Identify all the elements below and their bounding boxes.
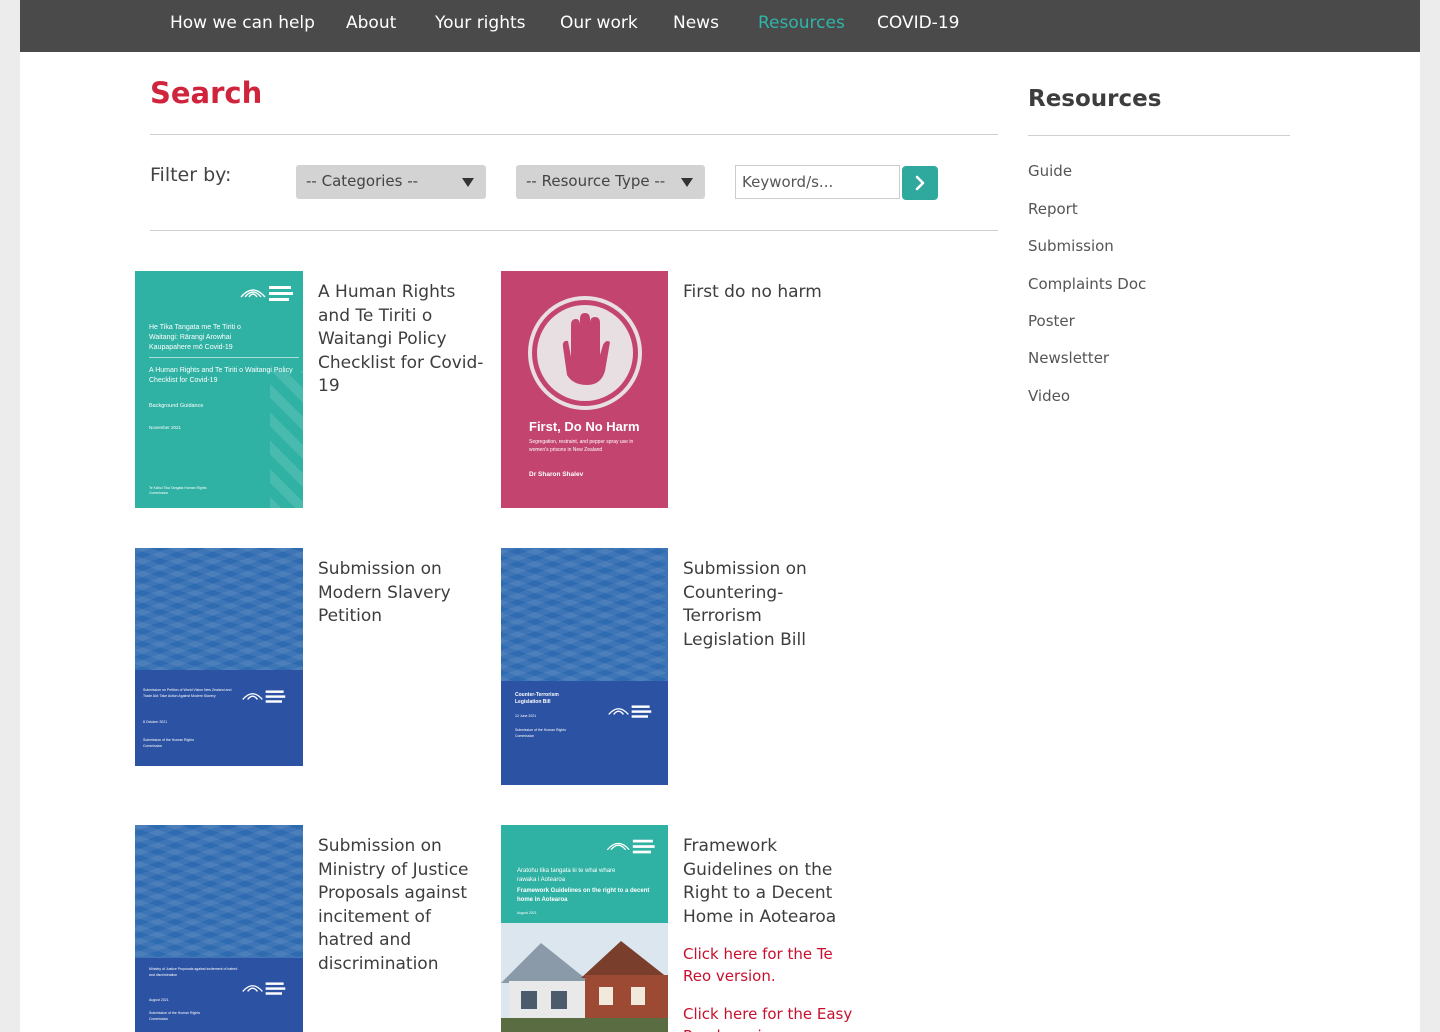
cover-band bbox=[135, 670, 303, 766]
cover-pattern bbox=[270, 371, 303, 508]
sidebar-item-newsletter[interactable]: Newsletter bbox=[1028, 349, 1109, 367]
sidebar-item-complaints-doc[interactable]: Complaints Doc bbox=[1028, 275, 1146, 293]
cover-text: Aratohu tika tangata ki te whai whare ra… bbox=[517, 868, 616, 883]
search-submit-button[interactable] bbox=[902, 166, 938, 200]
nz-human-rights-logo-icon bbox=[240, 286, 293, 301]
nav-item-about[interactable]: About bbox=[346, 13, 396, 33]
page-title: Search bbox=[150, 76, 263, 110]
categories-select-value: -- Categories -- bbox=[306, 172, 419, 190]
sidebar-item-poster[interactable]: Poster bbox=[1028, 312, 1075, 330]
sidebar-item-video[interactable]: Video bbox=[1028, 387, 1070, 405]
stop-hand-icon bbox=[528, 296, 642, 410]
nz-human-rights-logo-icon bbox=[242, 982, 286, 995]
sidebar-item-report[interactable]: Report bbox=[1028, 200, 1078, 218]
cover-text: Ministry of Justice Proposals against in… bbox=[149, 967, 238, 977]
cover-text: Counter-Terrorism Legislation Bill bbox=[515, 692, 559, 705]
resource-cover-image[interactable]: Ministry of Justice Proposals against in… bbox=[135, 825, 303, 1032]
resource-title-link[interactable]: Submission on Modern Slavery Petition bbox=[318, 558, 488, 629]
resource-title-link[interactable]: A Human Rights and Te Tiriti o Waitangi … bbox=[318, 281, 488, 399]
cover-text: Submission of the Human Rights Commissio… bbox=[143, 738, 194, 748]
easy-read-version-link[interactable]: Click here for the Easy Read version. bbox=[683, 1003, 858, 1032]
caret-down-icon bbox=[462, 178, 474, 187]
nav-item-our-work[interactable]: Our work bbox=[560, 13, 638, 33]
divider bbox=[150, 230, 998, 231]
chevron-right-icon bbox=[915, 175, 925, 191]
resource-title-link[interactable]: First do no harm bbox=[683, 281, 853, 305]
cover-text: Framework Guidelines on the right to a d… bbox=[517, 888, 650, 903]
cover-text: Submission of the Human Rights Commissio… bbox=[149, 1011, 200, 1021]
nav-item-your-rights[interactable]: Your rights bbox=[435, 13, 526, 33]
resource-cover-image[interactable]: He Tika Tangata me Te Tiriti o Waitangi:… bbox=[135, 271, 303, 508]
nav-item-covid-19[interactable]: COVID-19 bbox=[877, 13, 959, 33]
resource-cover-image[interactable]: Submission on Petition of World Vision N… bbox=[135, 548, 303, 766]
caret-down-icon bbox=[681, 178, 693, 187]
cover-text: August 2021 bbox=[149, 998, 169, 1002]
cover-text: Dr Sharon Shalev bbox=[529, 471, 584, 478]
cover-text: Submission on Petition of World Vision N… bbox=[143, 688, 232, 698]
resource-cover-image[interactable]: Aratohu tika tangata ki te whai whare ra… bbox=[501, 825, 668, 1032]
resource-cover-image[interactable]: First, Do No Harm Segregation, restraint… bbox=[501, 271, 668, 508]
te-reo-version-link[interactable]: Click here for the Te Reo version. bbox=[683, 943, 853, 987]
sidebar-title: Resources bbox=[1028, 86, 1162, 112]
cover-text: November 2021 bbox=[149, 425, 182, 430]
keyword-input[interactable] bbox=[735, 165, 900, 199]
resource-type-select[interactable]: -- Resource Type -- bbox=[516, 165, 705, 199]
nav-item-news[interactable]: News bbox=[673, 13, 719, 33]
resource-title-link[interactable]: Submission on Ministry of Justice Propos… bbox=[318, 835, 488, 976]
cover-divider bbox=[149, 357, 299, 358]
cover-text: Background Guidance bbox=[149, 403, 204, 409]
cover-text: He Tika Tangata me Te Tiriti o Waitangi:… bbox=[149, 324, 241, 351]
sidebar-item-submission[interactable]: Submission bbox=[1028, 237, 1114, 255]
nav-item-how-we-can-help[interactable]: How we can help bbox=[170, 13, 315, 33]
nz-human-rights-logo-icon bbox=[242, 690, 286, 703]
resource-cover-image[interactable]: Counter-Terrorism Legislation Bill 12 Ju… bbox=[501, 548, 668, 785]
nav-item-resources[interactable]: Resources bbox=[758, 13, 845, 33]
sidebar-item-guide[interactable]: Guide bbox=[1028, 162, 1072, 180]
resource-title-link[interactable]: Submission on Countering-Terrorism Legis… bbox=[683, 558, 858, 652]
cover-text: 12 June 2021 bbox=[515, 714, 537, 718]
categories-select[interactable]: -- Categories -- bbox=[296, 165, 486, 199]
cover-text: Te Kāhui Tika Tangata Human Rights Commi… bbox=[149, 486, 207, 495]
cover-text: 8 October 2021 bbox=[143, 720, 168, 724]
divider bbox=[150, 134, 998, 135]
resource-title-link[interactable]: Framework Guidelines on the Right to a D… bbox=[683, 835, 853, 929]
nz-human-rights-logo-icon bbox=[608, 705, 652, 718]
page: How we can help About Your rights Our wo… bbox=[20, 0, 1420, 1032]
cover-text: Segregation, restraint, and pepper spray… bbox=[529, 439, 634, 453]
top-nav: How we can help About Your rights Our wo… bbox=[20, 0, 1420, 52]
resource-type-select-value: -- Resource Type -- bbox=[526, 172, 666, 190]
cover-text: August 2021 bbox=[517, 911, 537, 915]
sidebar-divider bbox=[1028, 135, 1290, 136]
cover-text: Submission of the Human Rights Commissio… bbox=[515, 728, 566, 738]
nz-human-rights-logo-icon bbox=[606, 839, 655, 854]
house-photo-image bbox=[501, 923, 668, 1032]
cover-text: First, Do No Harm bbox=[529, 419, 640, 434]
filter-label: Filter by: bbox=[150, 164, 232, 186]
